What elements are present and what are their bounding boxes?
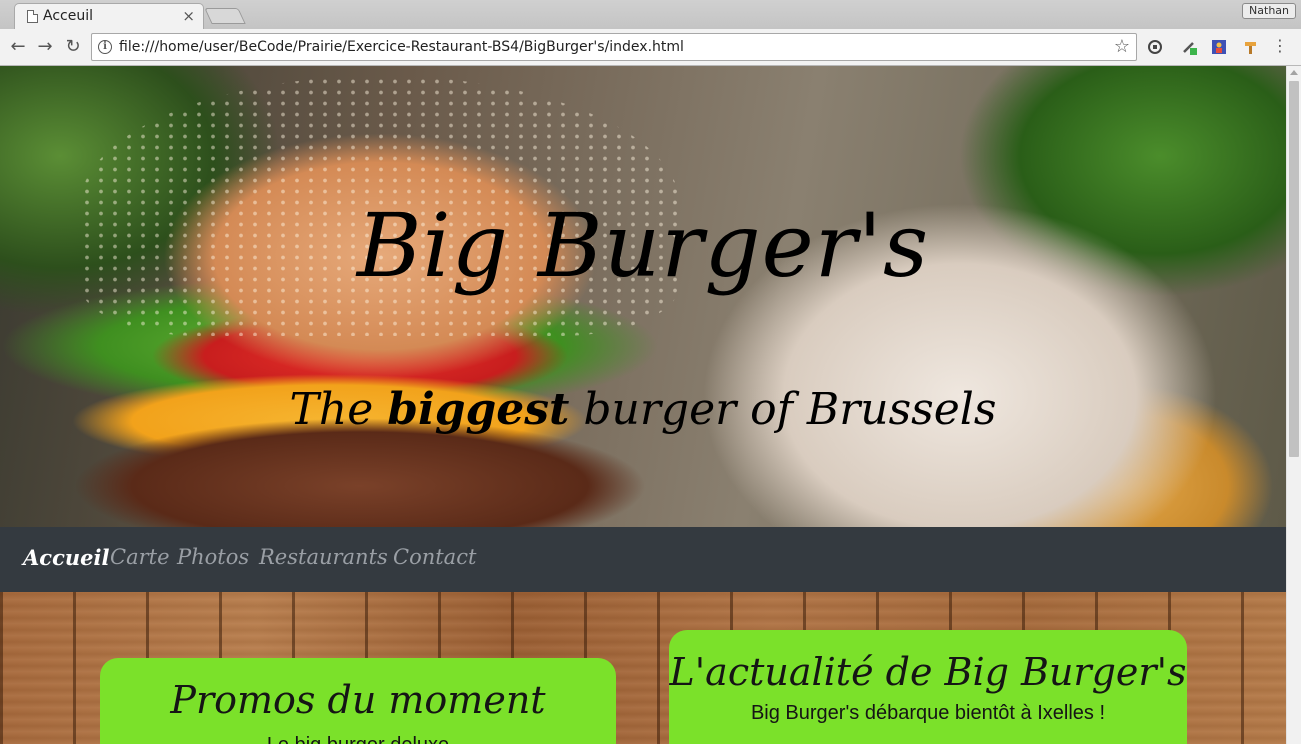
hero-banner: Big Burger's The biggest burger of Bruss… bbox=[0, 66, 1286, 527]
forward-icon[interactable]: → bbox=[35, 37, 55, 57]
reload-icon[interactable]: ↻ bbox=[63, 37, 83, 57]
eyedropper-extension-icon[interactable] bbox=[1181, 39, 1197, 55]
news-card: L'actualité de Big Burger's Big Burger's… bbox=[669, 630, 1187, 744]
star-icon[interactable]: ☆ bbox=[1114, 36, 1130, 57]
news-title: L'actualité de Big Burger's bbox=[669, 650, 1187, 694]
main-navbar: Accueil Carte Photos Restaurants Contact bbox=[0, 527, 1286, 592]
nav-item-contact[interactable]: Contact bbox=[393, 545, 476, 569]
hammer-extension-icon[interactable] bbox=[1243, 39, 1259, 55]
scroll-up-arrow[interactable] bbox=[1290, 70, 1298, 75]
close-icon[interactable]: × bbox=[182, 7, 195, 25]
page-viewport: Big Burger's The biggest burger of Bruss… bbox=[0, 66, 1286, 744]
nav-item-restaurants[interactable]: Restaurants bbox=[259, 545, 388, 569]
tab-title: Acceuil bbox=[43, 8, 93, 24]
hero-subtitle-bold: biggest bbox=[387, 384, 570, 435]
scroll-thumb[interactable] bbox=[1289, 81, 1299, 457]
content-section: Promos du moment Le big burger deluxe L'… bbox=[0, 592, 1286, 744]
sync-extension-icon[interactable] bbox=[1147, 39, 1163, 55]
browser-toolbar: ← → ↻ i file:///home/user/BeCode/Prairie… bbox=[0, 29, 1301, 66]
tab-strip: Acceuil × Nathan bbox=[0, 0, 1301, 30]
address-bar[interactable]: i file:///home/user/BeCode/Prairie/Exerc… bbox=[91, 33, 1137, 61]
hero-subtitle: The biggest burger of Brussels bbox=[0, 384, 1286, 435]
nav-item-accueil[interactable]: Accueil bbox=[23, 545, 109, 570]
nav-item-photos[interactable]: Photos bbox=[177, 545, 249, 569]
page-scrollbar[interactable] bbox=[1286, 66, 1301, 744]
new-tab-button[interactable] bbox=[204, 8, 246, 24]
hero-title: Big Burger's bbox=[356, 194, 930, 297]
promos-card: Promos du moment Le big burger deluxe bbox=[100, 658, 616, 744]
menu-icon[interactable]: ⋮ bbox=[1272, 38, 1288, 54]
url-text[interactable]: file:///home/user/BeCode/Prairie/Exercic… bbox=[119, 39, 684, 55]
nav-item-carte[interactable]: Carte bbox=[110, 545, 170, 569]
back-icon[interactable]: ← bbox=[8, 37, 28, 57]
hero-subtitle-post: burger of Brussels bbox=[569, 384, 997, 435]
hero-subtitle-pre: The bbox=[289, 384, 388, 435]
profile-button[interactable]: Nathan bbox=[1242, 3, 1296, 19]
info-icon[interactable]: i bbox=[98, 40, 112, 54]
promos-text: Le big burger deluxe bbox=[100, 734, 616, 744]
news-text: Big Burger's débarque bientôt à Ixelles … bbox=[750, 702, 1106, 724]
promos-title: Promos du moment bbox=[170, 678, 546, 722]
user-extension-icon[interactable] bbox=[1211, 39, 1227, 55]
page-icon bbox=[27, 10, 38, 23]
browser-tab[interactable]: Acceuil × bbox=[14, 3, 204, 30]
